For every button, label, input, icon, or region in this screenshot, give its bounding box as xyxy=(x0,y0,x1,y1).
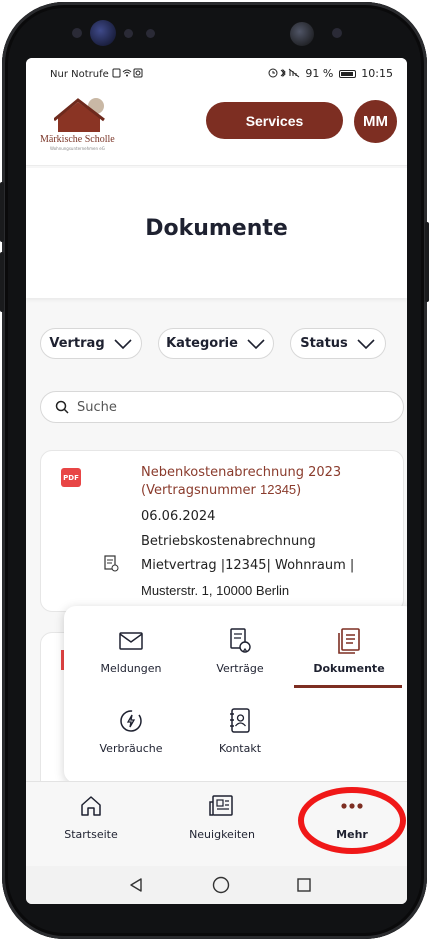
brand-logo[interactable]: Märkische Scholle Wohnungsunternehmen eG xyxy=(40,96,130,160)
sensor-dot xyxy=(146,29,155,38)
battery-percent: 91 % xyxy=(305,67,334,80)
menu-item-vertraege[interactable]: Verträge xyxy=(185,626,295,696)
menu-item-label: Meldungen xyxy=(100,662,162,675)
volume-button-lower xyxy=(0,252,4,312)
mail-icon xyxy=(119,632,143,650)
filter-vertrag-label: Vertrag xyxy=(49,336,105,351)
contract-prefix: (Vertragsnummer xyxy=(141,483,261,498)
search-box xyxy=(40,391,404,423)
nav-item-startseite[interactable]: Startseite xyxy=(36,790,146,841)
phone-frame: Nur Notrufe 91 % 10:15 Märkische Scholle… xyxy=(0,2,429,939)
back-icon[interactable] xyxy=(128,877,144,893)
power-button xyxy=(425,222,429,302)
filter-status-label: Status xyxy=(300,336,348,351)
nav-item-label: Neuigkeiten xyxy=(189,828,255,841)
phone-screen: Nur Notrufe 91 % 10:15 Märkische Scholle… xyxy=(26,58,407,904)
brand-name: Märkische Scholle xyxy=(40,134,115,145)
volume-button xyxy=(0,182,4,242)
home-icon xyxy=(81,796,101,816)
menu-item-verbraeuche[interactable]: Verbräuche xyxy=(76,706,186,776)
menu-item-label: Kontakt xyxy=(218,742,262,755)
recent-apps-icon[interactable] xyxy=(296,877,312,893)
active-indicator xyxy=(294,685,402,688)
house-logo-icon xyxy=(54,98,105,132)
menu-item-label: Verbräuche xyxy=(99,742,163,755)
newspaper-icon xyxy=(209,795,233,816)
menu-item-kontakt[interactable]: Kontakt xyxy=(185,706,295,776)
filter-kategorie-label: Kategorie xyxy=(166,336,238,351)
sensor-dot xyxy=(124,29,133,38)
page-title-card: Dokumente xyxy=(26,168,407,298)
rear-camera xyxy=(290,22,314,46)
battery-icon xyxy=(338,70,356,78)
brand-tagline: Wohnungsunternehmen eG xyxy=(50,146,105,151)
sensor-dot xyxy=(332,28,342,38)
carrier-text: Nur Notrufe xyxy=(50,69,109,80)
highlight-ring xyxy=(298,787,406,854)
document-contract-line: Mietvertrag |12345| Wohnraum | xyxy=(141,558,355,573)
document-icon xyxy=(338,628,360,654)
energy-icon xyxy=(120,710,142,732)
page-title: Dokumente xyxy=(145,216,288,241)
contract-suffix: ) xyxy=(296,483,302,498)
chevron-down-icon xyxy=(114,338,132,349)
status-right: 91 % 10:15 xyxy=(268,67,393,80)
filter-vertrag[interactable]: Vertrag xyxy=(40,328,142,359)
sim-wifi-icon xyxy=(112,68,143,78)
menu-item-meldungen[interactable]: Meldungen xyxy=(76,626,186,696)
filter-status[interactable]: Status xyxy=(290,328,386,359)
nav-item-neuigkeiten[interactable]: Neuigkeiten xyxy=(167,790,277,841)
front-camera xyxy=(90,20,116,46)
document-title[interactable]: Nebenkostenabrechnung 2023 (Vertragsnumm… xyxy=(141,464,361,499)
alarm-bluetooth-icon xyxy=(268,68,300,78)
clock: 10:15 xyxy=(361,67,393,80)
app-header: Märkische Scholle Wohnungsunternehmen eG… xyxy=(26,88,407,166)
more-menu-panel: Meldungen Verträge Dokumente Verbräuche … xyxy=(64,606,407,783)
status-bar: Nur Notrufe 91 % 10:15 xyxy=(26,58,407,88)
sensor-dot xyxy=(72,28,82,38)
search-input[interactable] xyxy=(77,399,377,415)
document-address: Musterstr. 1, 10000 Berlin xyxy=(141,583,290,598)
services-button[interactable]: Services xyxy=(206,102,343,139)
document-card[interactable]: PDF Nebenkostenabrechnung 2023 (Vertrags… xyxy=(40,450,404,612)
contract-icon xyxy=(230,628,251,653)
menu-item-label: Dokumente xyxy=(313,662,385,675)
contact-book-icon xyxy=(230,708,250,733)
document-date: 06.06.2024 xyxy=(141,509,216,524)
chevron-down-icon xyxy=(247,338,265,349)
nav-item-label: Startseite xyxy=(64,828,118,841)
document-category: Betriebskostenabrechnung xyxy=(141,534,316,549)
home-circle-icon[interactable] xyxy=(212,876,230,894)
filter-kategorie[interactable]: Kategorie xyxy=(158,328,274,359)
search-icon xyxy=(55,400,69,414)
system-nav-bar xyxy=(26,866,407,904)
avatar[interactable]: MM xyxy=(354,100,397,143)
document-title-text: Nebenkostenabrechnung 2023 xyxy=(141,465,342,480)
chevron-down-icon xyxy=(357,338,375,349)
contract-number: 12345 xyxy=(260,482,297,497)
pdf-icon: PDF xyxy=(61,468,81,487)
contract-icon xyxy=(104,555,119,572)
menu-item-label: Verträge xyxy=(216,662,264,675)
carrier-label: Nur Notrufe xyxy=(50,68,144,80)
